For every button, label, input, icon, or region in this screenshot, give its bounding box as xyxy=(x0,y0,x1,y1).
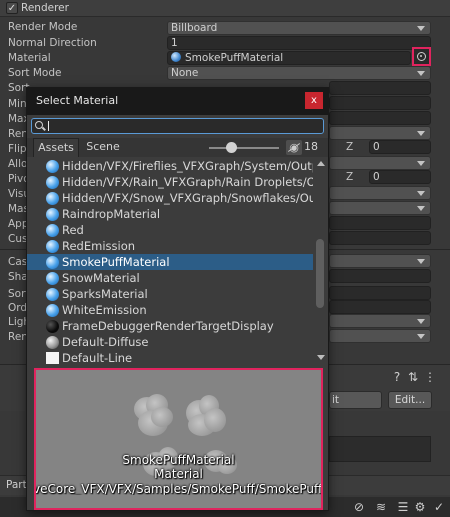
preset-icon[interactable]: ⇅ xyxy=(406,370,420,384)
sort-mode-dropdown[interactable]: None xyxy=(167,66,431,80)
shadow-bias-field[interactable] xyxy=(329,269,431,283)
normal-direction-label: Normal Direction xyxy=(8,37,97,49)
sort-mode-label: Sort Mode xyxy=(8,67,62,79)
list-item[interactable]: Default-Diffuse xyxy=(27,334,313,350)
render-mode-label: Render Mode xyxy=(8,21,78,33)
material-icon xyxy=(46,256,59,269)
material-icon xyxy=(46,320,59,333)
material-icon xyxy=(46,224,59,237)
list-item[interactable]: RedEmission xyxy=(27,238,313,254)
search-box[interactable] xyxy=(31,118,324,134)
max-field[interactable] xyxy=(329,111,431,125)
part-tab-label[interactable]: Part xyxy=(6,479,27,491)
material-list: Hidden/VFX/Fireflies_VFXGraph/System/Out… xyxy=(27,158,328,364)
check-icon[interactable]: ✓ xyxy=(432,500,446,514)
layers-icon[interactable]: ≋ xyxy=(374,500,388,514)
cast-shadows-dropdown[interactable] xyxy=(329,254,431,268)
material-label: Material xyxy=(8,52,51,64)
renderer-section-title: Renderer xyxy=(21,2,69,14)
tab-scene[interactable]: Scene xyxy=(80,138,126,157)
material-icon xyxy=(46,240,59,253)
material-icon xyxy=(46,288,59,301)
min-field[interactable] xyxy=(329,96,431,110)
material-icon xyxy=(46,176,59,189)
list-item[interactable]: WhiteEmission xyxy=(27,302,313,318)
stack-icon[interactable]: ☰ xyxy=(396,500,410,514)
hidden-items-icon[interactable]: ◉ xyxy=(286,140,302,155)
object-picker-button[interactable] xyxy=(412,47,431,66)
help-icon[interactable]: ? xyxy=(390,370,404,384)
masking-dropdown[interactable] xyxy=(329,201,431,215)
tab-assets[interactable]: Assets xyxy=(33,138,79,157)
collab-icon[interactable]: ⚙ xyxy=(413,500,427,514)
sorting-layer-field[interactable] xyxy=(329,286,431,300)
renderer-section-header[interactable]: ✓ Renderer xyxy=(0,0,450,17)
preview-asset-path: veCore_VFX/VFX/Samples/SmokePuff/SmokePu… xyxy=(34,483,323,495)
list-item-selected[interactable]: SmokePuffMaterial xyxy=(27,254,313,270)
preview-asset-name: SmokePuffMaterial xyxy=(122,453,235,467)
rendering-layer-dropdown[interactable] xyxy=(329,329,431,343)
list-item[interactable]: SparksMaterial xyxy=(27,286,313,302)
list-scrollbar[interactable] xyxy=(315,158,326,364)
close-button[interactable]: x xyxy=(305,92,323,109)
flip-z-label: Z xyxy=(346,141,354,153)
property-area xyxy=(329,436,431,462)
custom-data-field[interactable] xyxy=(329,231,431,245)
preview-asset-type: Material xyxy=(154,467,203,481)
partial-label: Allo xyxy=(8,158,28,170)
partial-label: Min xyxy=(8,98,27,110)
list-item[interactable]: SnowMaterial xyxy=(27,270,313,286)
debug-icon[interactable]: ⊘ xyxy=(352,500,366,514)
list-item[interactable]: Hidden/VFX/Fireflies_VFXGraph/System/Out… xyxy=(27,158,313,174)
material-icon xyxy=(46,192,59,205)
tab-strip: Assets Scene ◉ 18 xyxy=(27,138,328,157)
list-item[interactable]: RaindropMaterial xyxy=(27,206,313,222)
material-object-field[interactable]: SmokePuffMaterial xyxy=(167,51,411,65)
text-caret xyxy=(48,121,49,131)
more-options-icon[interactable]: ⋮ xyxy=(423,370,437,384)
material-icon xyxy=(46,352,59,364)
slider-thumb[interactable] xyxy=(226,142,237,153)
material-sphere-icon xyxy=(171,52,181,62)
material-field-value: SmokePuffMaterial xyxy=(185,52,284,64)
render-mode-dropdown[interactable]: Billboard xyxy=(167,21,431,35)
window-title-bar[interactable]: Select Material x xyxy=(27,88,328,115)
list-item[interactable]: Default-Line xyxy=(27,350,313,364)
material-icon xyxy=(46,160,59,173)
pivot-z-label: Z xyxy=(346,171,354,183)
select-material-window: Select Material x Assets Scene ◉ 18 Hidd… xyxy=(26,87,329,511)
order-in-layer-field[interactable] xyxy=(329,300,431,314)
object-picker-icon xyxy=(417,52,426,61)
list-item[interactable]: FrameDebuggerRenderTargetDisplay xyxy=(27,318,313,334)
scroll-thumb[interactable] xyxy=(316,239,324,308)
search-input[interactable] xyxy=(46,119,321,133)
partial-label: Flip xyxy=(8,143,27,155)
scroll-down-arrow-icon[interactable] xyxy=(317,355,325,360)
flip-z-field[interactable]: 0 xyxy=(369,140,431,154)
material-preview-pane: SmokePuffMaterial Material veCore_VFX/VF… xyxy=(34,368,323,510)
hidden-count: 18 xyxy=(304,140,318,153)
light-probes-dropdown[interactable] xyxy=(329,314,431,328)
scroll-up-arrow-icon[interactable] xyxy=(317,161,325,166)
allow-roll-dropdown[interactable] xyxy=(329,156,431,170)
apply-streams-field[interactable] xyxy=(329,216,431,230)
list-item[interactable]: Red xyxy=(27,222,313,238)
material-icon xyxy=(46,304,59,317)
window-title: Select Material xyxy=(36,94,119,107)
list-item[interactable]: Hidden/VFX/Rain_VFXGraph/Rain Droplets/O… xyxy=(27,174,313,190)
normal-direction-field[interactable]: 1 xyxy=(167,36,431,50)
pivot-z-field[interactable]: 0 xyxy=(369,170,431,184)
renderer-enabled-checkbox[interactable]: ✓ xyxy=(6,2,18,14)
preview-size-slider[interactable] xyxy=(209,147,279,149)
list-item[interactable]: Hidden/VFX/Snow_VFXGraph/Snowflakes/Outp… xyxy=(27,190,313,206)
material-icon xyxy=(46,208,59,221)
render-alignment-dropdown[interactable] xyxy=(329,126,431,140)
edit-button[interactable]: Edit... xyxy=(388,391,432,409)
sort-field[interactable] xyxy=(329,81,431,95)
search-icon xyxy=(35,121,43,129)
asset-field-button[interactable]: it xyxy=(329,391,382,409)
material-icon xyxy=(46,272,59,285)
visualization-dropdown[interactable] xyxy=(329,186,431,200)
material-icon xyxy=(46,336,59,349)
